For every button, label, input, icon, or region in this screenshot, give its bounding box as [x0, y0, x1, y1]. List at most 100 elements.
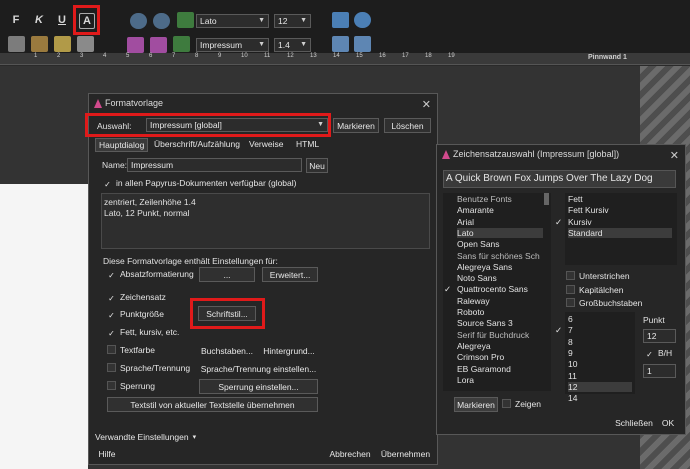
- size-list-item[interactable]: 10: [568, 359, 632, 369]
- close-icon[interactable]: ✕: [670, 147, 679, 165]
- tab-ueberschrift[interactable]: Überschrift/Aufzählung: [151, 138, 243, 152]
- font-list-item[interactable]: Quattrocento Sans: [457, 284, 543, 294]
- absatz-checkbox[interactable]: ✓ Absatzformatierung: [107, 269, 194, 280]
- font-list-item[interactable]: Alegreya: [457, 341, 543, 351]
- bh-checkbox[interactable]: ✓ B/H: [645, 348, 672, 359]
- film-icon[interactable]: [31, 36, 48, 52]
- verwandte-button[interactable]: Verwandte Einstellungen ▾: [94, 429, 204, 444]
- font-list-item[interactable]: Noto Sans: [457, 273, 543, 283]
- zeichensatz-title-bar: Zeichensatzauswahl (Impressum [global]) …: [437, 145, 685, 163]
- neu-button[interactable]: Neu: [306, 158, 328, 173]
- search-doc-icon[interactable]: [354, 36, 371, 52]
- sperrung-button[interactable]: Sperrung einstellen...: [199, 379, 318, 394]
- undo-icon[interactable]: [130, 13, 147, 29]
- style-list-item[interactable]: Fett Kursiv: [568, 205, 672, 215]
- tab-html[interactable]: HTML: [293, 138, 322, 152]
- save-as-icon[interactable]: [150, 37, 167, 53]
- size-list-item[interactable]: 7: [568, 325, 632, 335]
- unterstrichen-label: Unterstrichen: [579, 271, 630, 281]
- font-list-scrollbar[interactable]: [544, 193, 549, 205]
- font-list-item[interactable]: EB Garamond: [457, 364, 543, 374]
- kapitaelchen-checkbox[interactable]: Kapitälchen: [566, 285, 623, 295]
- line-height-select[interactable]: 1.4 ▼: [274, 38, 311, 52]
- font-list-item[interactable]: Lora: [457, 375, 543, 385]
- ruler[interactable]: 1 2 3 4 5 6 7 8 9 10 11 12 13 14 15 16 1…: [0, 53, 690, 65]
- style-list-item[interactable]: Fett: [568, 194, 672, 204]
- style-list-item[interactable]: Kursiv: [568, 217, 672, 227]
- speech-bubble-icon[interactable]: [354, 12, 371, 28]
- font-list-item[interactable]: Roboto: [457, 307, 543, 317]
- hilfe-button[interactable]: Hilfe: [92, 446, 122, 461]
- key-icon[interactable]: [54, 36, 71, 52]
- font-size-select[interactable]: 12 ▼: [274, 14, 311, 28]
- ok-button[interactable]: OK: [659, 415, 677, 430]
- tab-verweise[interactable]: Verweise: [246, 138, 287, 152]
- font-list-item[interactable]: Raleway: [457, 296, 543, 306]
- schliessen-button[interactable]: Schließen: [613, 415, 655, 430]
- font-list-item[interactable]: Lato: [457, 227, 543, 238]
- punkt-field[interactable]: 12: [643, 329, 676, 343]
- punktgroesse-checkbox[interactable]: ✓ Punktgröße: [107, 309, 164, 320]
- absatz-button[interactable]: ...: [199, 267, 255, 282]
- redo-icon[interactable]: [153, 13, 170, 29]
- size-list-item[interactable]: 12: [568, 381, 632, 392]
- ruler-number: 6: [149, 53, 153, 59]
- list-icon[interactable]: [77, 36, 94, 52]
- font-list-item[interactable]: Crimson Pro: [457, 352, 543, 362]
- markieren-button[interactable]: Markieren: [333, 118, 379, 133]
- size-list-item[interactable]: 8: [568, 337, 632, 347]
- font-name-select[interactable]: Lato ▼: [196, 14, 269, 28]
- grossbuchstaben-label: Großbuchstaben: [579, 298, 643, 308]
- location-pin-icon[interactable]: [332, 36, 349, 52]
- ruler-number: 3: [80, 53, 84, 59]
- font-list-item[interactable]: Sans für schönes Sch: [457, 251, 543, 261]
- tab-hauptdialog[interactable]: Hauptdialog: [95, 138, 149, 152]
- font-list-item[interactable]: Amarante: [457, 205, 543, 215]
- close-icon[interactable]: ✕: [422, 96, 431, 114]
- size-list-item[interactable]: 11: [568, 371, 632, 381]
- font-list-item[interactable]: Benutze Fonts: [457, 194, 543, 204]
- size-list-item[interactable]: 9: [568, 348, 632, 358]
- font-list-item[interactable]: Serif für Buchdruck: [457, 330, 543, 340]
- style-list-item[interactable]: Standard: [568, 227, 672, 238]
- ruler-number: 1: [34, 53, 38, 59]
- size-list-item[interactable]: 14: [568, 393, 632, 403]
- grossbuchstaben-checkbox[interactable]: Großbuchstaben: [566, 298, 642, 308]
- paragraph-icon[interactable]: [8, 36, 25, 52]
- zs-markieren-button[interactable]: Markieren: [454, 397, 498, 412]
- textstil-button[interactable]: Textstil von aktueller Textstelle überne…: [107, 397, 318, 412]
- style-select[interactable]: Impressum ▼: [196, 38, 269, 52]
- hintergrund-button[interactable]: Hintergrund...: [260, 343, 318, 358]
- font-list-item[interactable]: Arial: [457, 217, 543, 227]
- italic-button[interactable]: K: [31, 12, 47, 28]
- erweitert-button[interactable]: Erweitert...: [262, 267, 318, 282]
- sprache-checkbox[interactable]: Sprache/Trennung: [107, 363, 190, 373]
- bold-button[interactable]: F: [8, 12, 24, 28]
- loeschen-button[interactable]: Löschen: [384, 118, 431, 133]
- textfarbe-checkbox[interactable]: Textfarbe: [107, 345, 155, 355]
- save-icon[interactable]: [127, 37, 144, 53]
- zeigen-checkbox[interactable]: Zeigen: [502, 399, 541, 409]
- size-list-item[interactable]: 6: [568, 314, 632, 324]
- new-doc-icon[interactable]: [177, 12, 194, 28]
- ruler-number: 9: [218, 53, 222, 59]
- unterstrichen-checkbox[interactable]: Unterstrichen: [566, 271, 630, 281]
- name-field[interactable]: Impressum: [127, 158, 302, 172]
- fett-kursiv-checkbox[interactable]: ✓ Fett, kursiv, etc.: [107, 327, 179, 338]
- masks-icon[interactable]: [332, 12, 349, 28]
- zeichensatz-checkbox[interactable]: ✓ Zeichensatz: [107, 292, 166, 303]
- font-list-item[interactable]: Alegreya Sans: [457, 262, 543, 272]
- bh-field[interactable]: 1: [643, 364, 676, 378]
- abbrechen-button[interactable]: Abbrechen: [327, 446, 373, 461]
- global-checkbox[interactable]: ✓ in allen Papyrus-Dokumenten verfügbar (…: [103, 178, 296, 189]
- uebernehmen-button[interactable]: Übernehmen: [378, 446, 433, 461]
- print-icon[interactable]: [173, 36, 190, 52]
- ruler-number: 8: [195, 53, 199, 59]
- font-list-item[interactable]: Source Sans 3: [457, 318, 543, 328]
- buchstaben-button[interactable]: Buchstaben...: [199, 343, 255, 358]
- font-list-item[interactable]: Open Sans: [457, 239, 543, 249]
- bh-label: B/H: [658, 348, 673, 358]
- underline-button[interactable]: U: [54, 12, 70, 28]
- sperrung-checkbox[interactable]: Sperrung: [107, 381, 155, 391]
- sprache-button[interactable]: Sprache/Trennung einstellen...: [199, 361, 318, 376]
